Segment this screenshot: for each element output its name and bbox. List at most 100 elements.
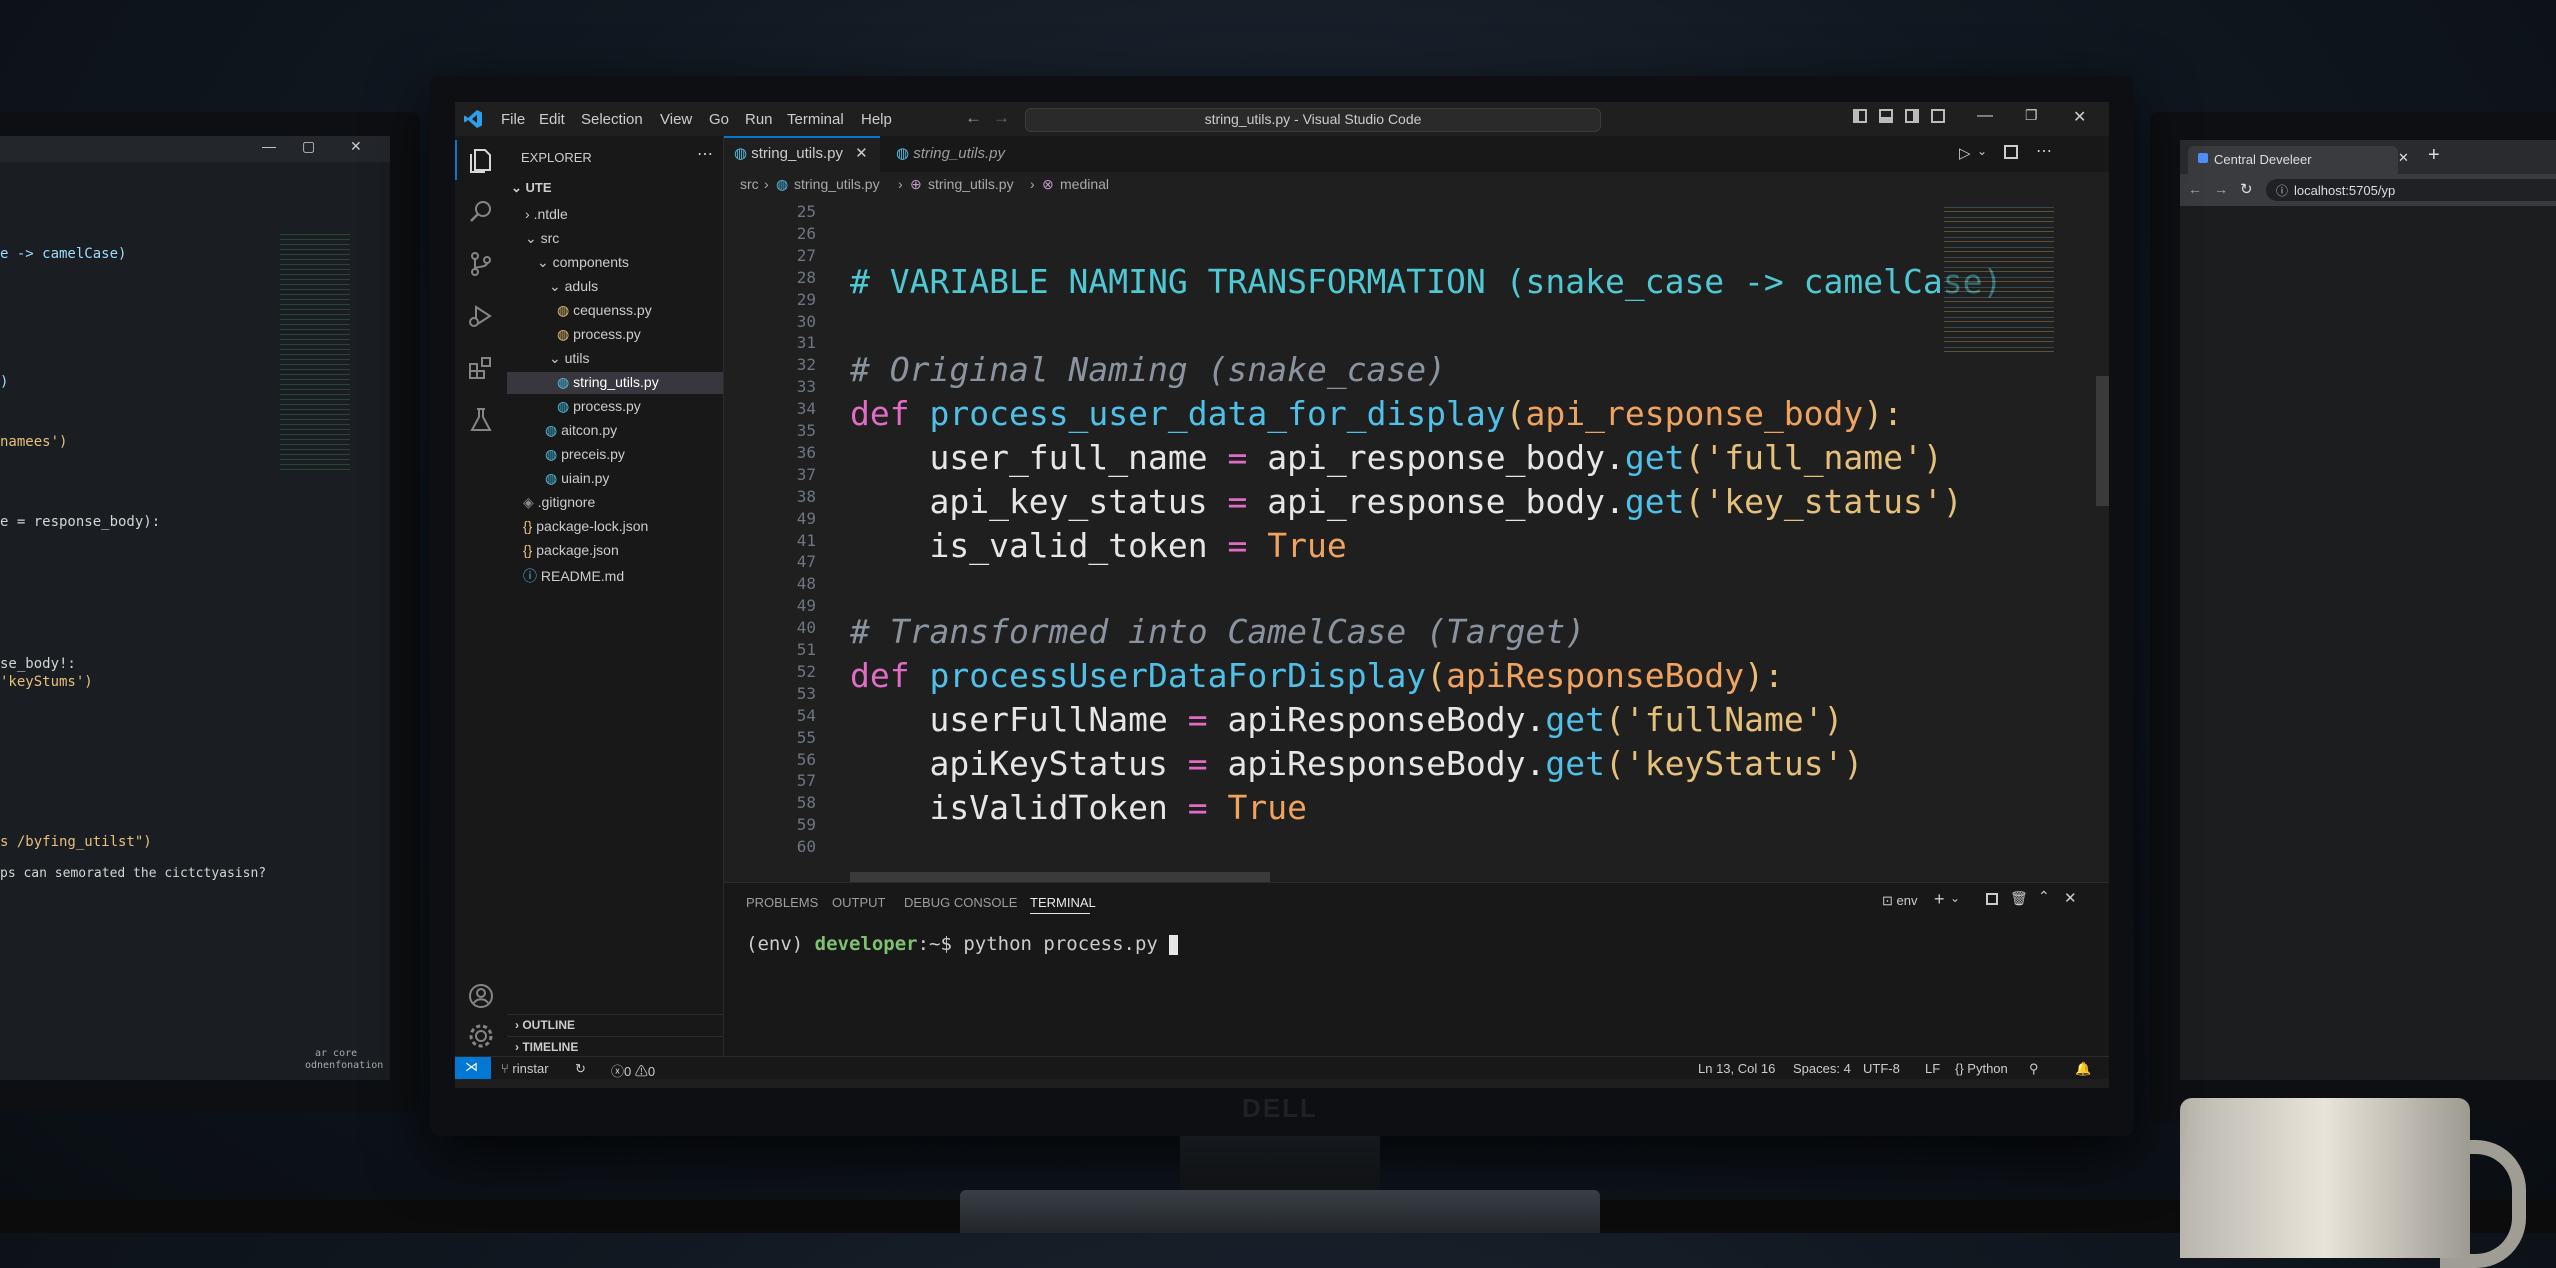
breadcrumb-item[interactable]: medinal (1060, 176, 1109, 192)
tab-debug-console[interactable]: DEBUG CONSOLE (904, 895, 1017, 910)
browser-tab[interactable]: Central Develeer ✕ (2188, 146, 2409, 174)
close-panel-icon[interactable]: ✕ (2064, 889, 2077, 907)
tree-item-selected[interactable]: ◍ string_utils.py (557, 374, 659, 391)
settings-gear-icon[interactable] (467, 1022, 495, 1050)
notifications-bell-icon[interactable]: 🔔 (2075, 1061, 2091, 1077)
vscode-logo-icon (464, 110, 482, 128)
chevron-down-icon[interactable]: ⌄ (1950, 891, 1960, 905)
remote-icon: ⋊ (465, 1059, 478, 1074)
timeline-section[interactable]: › TIMELINE (515, 1040, 578, 1054)
breadcrumb-item[interactable]: string_utils.py (928, 176, 1014, 192)
tree-item[interactable]: ◍ cequenss.py (557, 302, 652, 319)
end-of-line[interactable]: LF (1925, 1061, 1940, 1076)
tree-item[interactable]: ⌄ components (537, 254, 629, 271)
tree-item[interactable]: ◍ uiain.py (545, 470, 609, 487)
branch-indicator[interactable]: ⑂ rinstar (501, 1061, 549, 1076)
menu-terminal[interactable]: Terminal (787, 111, 844, 128)
sync-icon[interactable]: ↻ (575, 1061, 586, 1077)
close-icon[interactable]: ✕ (350, 138, 362, 155)
new-terminal-icon[interactable]: + (1934, 889, 1945, 910)
breadcrumb-item[interactable]: src (740, 176, 759, 192)
menu-file[interactable]: File (501, 111, 525, 128)
tree-item[interactable]: ⌄ aduls (549, 278, 598, 295)
chevron-up-icon[interactable]: ⌃ (2038, 888, 2050, 905)
nav-forward-icon[interactable]: → (993, 108, 1010, 128)
line-number: 38 (796, 486, 816, 506)
workspace-root[interactable]: ⌄ UTE (511, 180, 552, 196)
horizontal-scrollbar[interactable] (850, 872, 1270, 882)
tab-problems[interactable]: PROBLEMS (746, 895, 818, 910)
menu-go[interactable]: Go (709, 111, 729, 128)
tree-item[interactable]: {} package-lock.json (523, 518, 648, 534)
customize-layout-icon[interactable] (1931, 109, 1945, 123)
feedback-icon[interactable]: ⚲ (2029, 1061, 2039, 1077)
language-mode[interactable]: {} Python (1955, 1061, 2008, 1076)
tree-item[interactable]: ⌄ utils (549, 350, 590, 367)
chevron-down-icon: ⌄ (549, 278, 565, 294)
close-window-icon[interactable]: ✕ (2073, 107, 2086, 127)
back-icon[interactable]: ← (2188, 181, 2202, 197)
menu-help[interactable]: Help (861, 111, 892, 128)
code-editor[interactable]: 25 26 27 28 29 30 31 32 33 34 35 36 37 38 49 41 47 48 49 40… (724, 196, 2109, 882)
source-control-icon[interactable] (467, 250, 495, 278)
split-editor-icon[interactable] (2004, 145, 2018, 159)
left-monitor-screen: — ▢ ✕ e -> camelCase) ) namees') e = res… (0, 136, 390, 1080)
tab-terminal[interactable]: TERMINAL (1030, 895, 1096, 910)
forward-icon[interactable]: → (2214, 181, 2228, 197)
indentation[interactable]: Spaces: 4 (1793, 1061, 1851, 1076)
problems-indicator[interactable]: ⓧ0 ⚠0 (611, 1061, 655, 1080)
testing-icon[interactable] (467, 406, 495, 434)
close-tab-icon[interactable]: ✕ (855, 145, 868, 162)
new-tab-button[interactable]: + (2428, 144, 2440, 167)
split-terminal-icon[interactable] (1986, 893, 1998, 905)
menu-view[interactable]: View (660, 111, 692, 128)
maximize-icon[interactable]: ▢ (302, 138, 315, 155)
tree-item[interactable]: ◈ .gitignore (523, 494, 595, 511)
reload-icon[interactable]: ↻ (2240, 180, 2253, 198)
toggle-panel-icon[interactable] (1879, 109, 1893, 123)
address-bar[interactable]: ⓘ localhost:5705/yp (2266, 179, 2556, 201)
cursor-position[interactable]: Ln 13, Col 16 (1698, 1061, 1775, 1076)
terminal-output[interactable]: (env) developer:~$ python process.py (746, 933, 1179, 955)
accounts-icon[interactable] (467, 982, 495, 1010)
tree-item[interactable]: ◍ aitcon.py (545, 422, 617, 439)
restore-icon[interactable]: ❐ (2025, 107, 2038, 124)
minimize-icon[interactable]: — (262, 138, 276, 154)
trash-icon[interactable]: 🗑 (2010, 890, 2028, 907)
menu-edit[interactable]: Edit (539, 111, 565, 128)
line-number: 28 (796, 267, 816, 287)
extensions-icon[interactable] (467, 354, 495, 382)
run-debug-icon[interactable] (467, 302, 495, 330)
tree-item[interactable]: ⌄ src (525, 230, 559, 247)
more-actions-icon[interactable]: ⋯ (697, 144, 713, 164)
close-tab-icon[interactable]: ✕ (2398, 150, 2409, 166)
tab-output[interactable]: OUTPUT (832, 895, 885, 910)
minimize-icon[interactable]: — (1977, 107, 1993, 125)
menu-run[interactable]: Run (745, 111, 773, 128)
toggle-secondary-sidebar-icon[interactable] (1905, 109, 1919, 123)
encoding[interactable]: UTF-8 (1863, 1061, 1900, 1076)
tree-item[interactable]: {} package.json (523, 542, 619, 558)
explorer-icon[interactable] (467, 146, 495, 174)
chevron-down-icon[interactable]: ⌄ (1977, 144, 1987, 158)
tab-string-utils[interactable]: ◍ string_utils.py ✕ (724, 136, 880, 172)
toggle-sidebar-icon[interactable] (1853, 109, 1867, 123)
tab-string-utils-preview[interactable]: ◍ string_utils.py (886, 136, 1046, 172)
search-icon[interactable] (467, 198, 495, 226)
tree-item[interactable]: ⓘ README.md (523, 566, 624, 586)
run-file-icon[interactable]: ▷ (1959, 144, 1971, 162)
remote-indicator[interactable]: ⋊ (455, 1057, 491, 1079)
vertical-scrollbar[interactable] (2096, 376, 2109, 506)
nav-back-icon[interactable]: ← (965, 108, 982, 128)
terminal-profile[interactable]: ⊡ env (1882, 893, 1917, 909)
outline-section[interactable]: › OUTLINE (515, 1018, 575, 1032)
tree-item[interactable]: › .ntdle (525, 206, 568, 222)
line-number: 49 (796, 596, 816, 616)
more-actions-icon[interactable]: ⋯ (2036, 141, 2052, 161)
breadcrumb-item[interactable]: string_utils.py (794, 176, 880, 192)
tree-item[interactable]: ◍ process.py (557, 398, 641, 415)
minimap[interactable] (1944, 202, 2054, 352)
menu-selection[interactable]: Selection (581, 111, 643, 128)
tree-item[interactable]: ◍ preceis.py (545, 446, 625, 463)
tree-item[interactable]: ◍ process.py (557, 326, 641, 343)
